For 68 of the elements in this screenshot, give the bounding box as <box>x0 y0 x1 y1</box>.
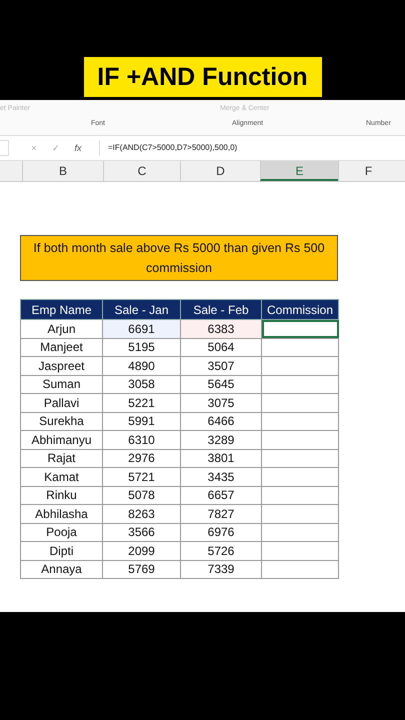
table-cell: 5726 <box>180 542 262 560</box>
column-header[interactable]: F <box>338 161 398 181</box>
table-cell: 2099 <box>102 542 180 560</box>
table-cell: 5991 <box>102 412 180 430</box>
table-cell: 5221 <box>102 394 180 412</box>
column-header[interactable]: C <box>103 161 180 181</box>
table-cell: 5645 <box>180 375 262 394</box>
column-header[interactable]: B <box>22 161 103 181</box>
table-cell: 6976 <box>180 523 262 542</box>
table-cell: Surekha <box>20 412 102 430</box>
table-cell: Arjun <box>20 320 102 338</box>
table-cell: Kamat <box>20 468 102 486</box>
table-cell: 7827 <box>180 504 262 523</box>
video-title: IF +AND Function <box>84 57 322 97</box>
table-cell[interactable] <box>262 486 338 504</box>
table-cell: 6691 <box>102 320 180 338</box>
column-heading: Sale - Feb <box>180 300 262 320</box>
table-cell[interactable] <box>262 394 338 412</box>
table-cell: 3801 <box>180 449 262 468</box>
table-cell[interactable] <box>262 542 338 560</box>
table-cell[interactable] <box>262 523 338 542</box>
table-cell[interactable] <box>262 560 338 578</box>
table-cell: Abhimanyu <box>20 430 102 449</box>
table-cell[interactable] <box>262 430 338 449</box>
table-cell: 3435 <box>180 468 262 486</box>
table-cell[interactable] <box>262 338 338 356</box>
table-cell: 3075 <box>180 394 262 412</box>
table-cell: 5721 <box>102 468 180 486</box>
table-cell: 4890 <box>102 356 180 375</box>
table-cell: 7339 <box>180 560 262 578</box>
table-cell: 8263 <box>102 504 180 523</box>
table-cell[interactable] <box>262 449 338 468</box>
table-cell: 3058 <box>102 375 180 394</box>
table-cell[interactable] <box>262 504 338 523</box>
table-cell: Rajat <box>20 449 102 468</box>
column-heading: Sale - Jan <box>102 300 180 320</box>
table-cell[interactable] <box>262 412 338 430</box>
table-cell: Annaya <box>20 560 102 578</box>
table-cell: Pooja <box>20 523 102 542</box>
column-header[interactable]: E <box>260 161 338 181</box>
table-cell: 2976 <box>102 449 180 468</box>
insert-function-button[interactable]: fx <box>67 143 89 153</box>
table-cell: Jaspreet <box>20 356 102 375</box>
table-cell: 3566 <box>102 523 180 542</box>
table-cell: 5769 <box>102 560 180 578</box>
table-cell: Pallavi <box>20 394 102 412</box>
table-cell: 3507 <box>180 356 262 375</box>
table-cell: 6657 <box>180 486 262 504</box>
table-cell: 5078 <box>102 486 180 504</box>
table-cell: 5064 <box>180 338 262 356</box>
table-cell[interactable] <box>262 356 338 375</box>
table-cell: 3289 <box>180 430 262 449</box>
table-cell: Suman <box>20 375 102 394</box>
table-cell: 6466 <box>180 412 262 430</box>
formula-field[interactable]: =IF(AND(C7>5000,D7>5000),500,0) <box>99 140 405 156</box>
table-cell: 6383 <box>180 320 262 338</box>
table-cell: Rinku <box>20 486 102 504</box>
column-heading: Emp Name <box>20 300 102 320</box>
table-cell[interactable] <box>262 375 338 394</box>
table-cell: 6310 <box>102 430 180 449</box>
table-cell: Abhilasha <box>20 504 102 523</box>
table-cell[interactable] <box>262 468 338 486</box>
note-banner: If both month sale above Rs 5000 than given Rs 500 commission <box>20 235 338 281</box>
table-cell: Manjeet <box>20 338 102 356</box>
table-cell[interactable] <box>262 320 338 338</box>
table-cell: 5195 <box>102 338 180 356</box>
column-heading: Commission <box>262 300 338 320</box>
table-cell: Dipti <box>20 542 102 560</box>
